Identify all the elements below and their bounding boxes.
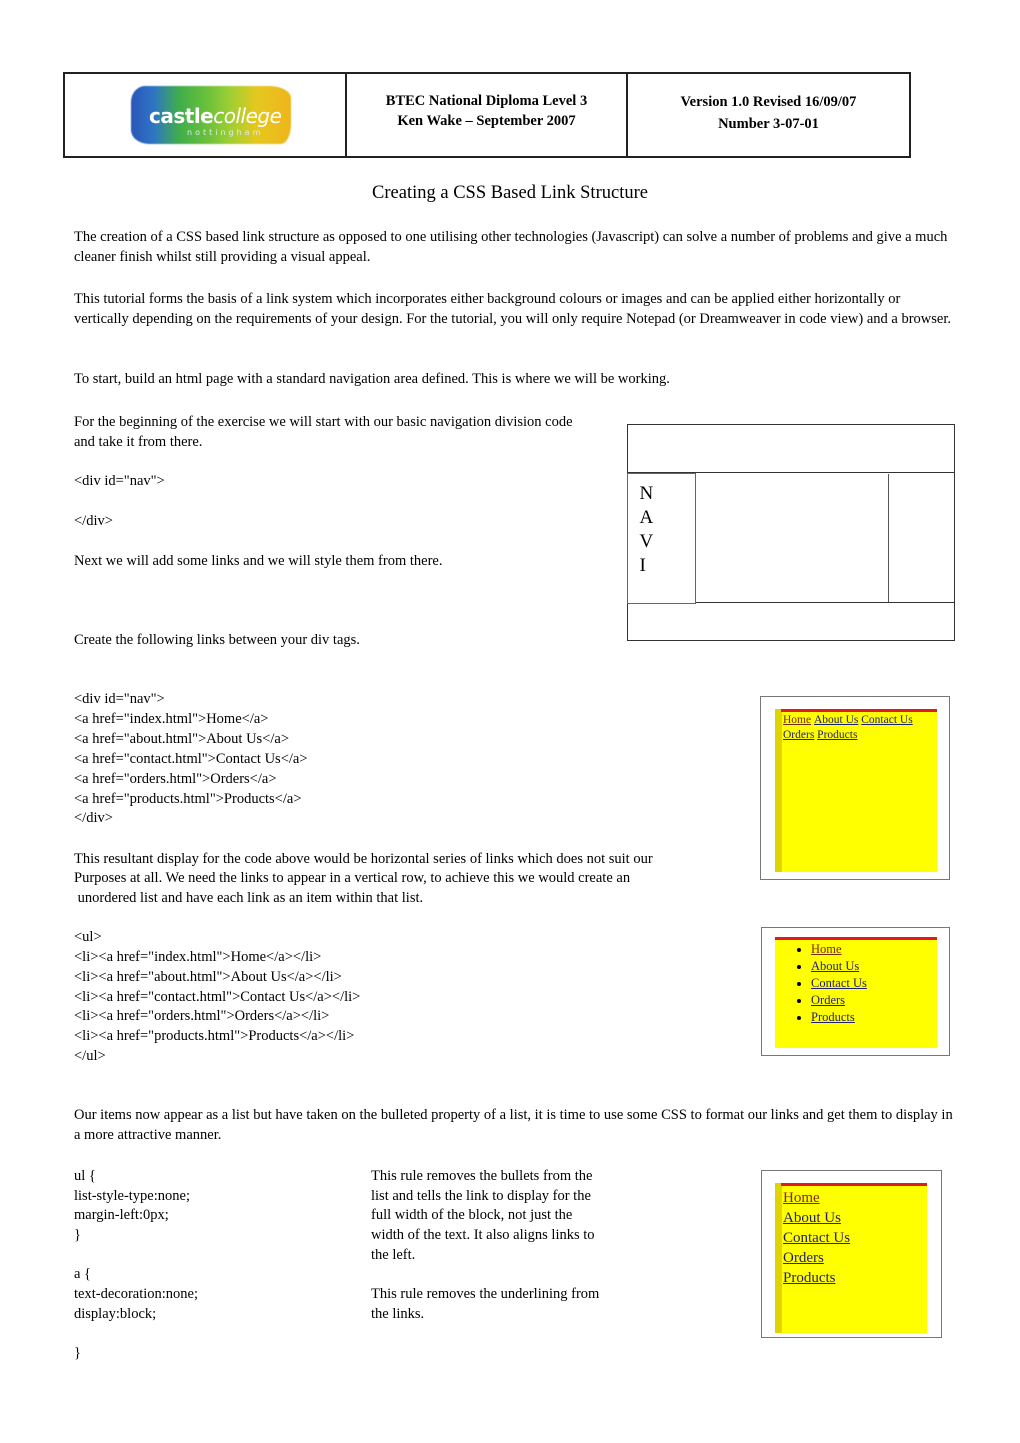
nav-preview-area: Home About Us Contact Us Orders Products <box>775 937 937 1048</box>
code-line: <li><a href="orders.html">Orders</a></li… <box>74 1008 330 1024</box>
bulleted-list-screenshot: Home About Us Contact Us Orders Products <box>761 927 950 1056</box>
code-line: <ul> <box>74 929 102 945</box>
preview-link-orders[interactable]: Orders <box>811 993 845 1007</box>
list-item: Contact Us <box>811 975 867 992</box>
preview-link-contact[interactable]: Contact Us <box>811 976 867 990</box>
header-version-cell: Version 1.0 Revised 16/09/07 Number 3-07… <box>628 74 909 156</box>
horizontal-para-line: Purposes at all. We need the links to ap… <box>74 870 631 886</box>
preview-link-home[interactable]: Home <box>783 1190 820 1206</box>
next-step-text: Next we will add some links and we will … <box>74 553 443 569</box>
code-div-open: <div id="nav"> <box>74 473 165 489</box>
nav-letter: A <box>639 507 654 528</box>
nav-preview-area: Home About Us Contact Us Orders Products <box>775 1183 927 1333</box>
code-line: <a href="products.html">Products</a> <box>74 791 302 807</box>
author-date: Ken Wake – September 2007 <box>397 113 576 129</box>
css-code-line: ul { <box>74 1168 96 1184</box>
diagram-content-area <box>695 474 889 602</box>
code-line: </ul> <box>74 1048 106 1064</box>
logo-brand-bold: castle <box>149 104 214 128</box>
logo-brand-italic: college <box>213 104 282 128</box>
css-code-line: a { <box>74 1266 92 1282</box>
code-div-close: </div> <box>74 513 113 529</box>
css-code-line: list-style-type:none; <box>74 1188 190 1204</box>
nav-letter: N <box>639 483 654 504</box>
list-item: Products <box>811 1009 867 1026</box>
horizontal-links-screenshot: Home About Us Contact Us Orders Products <box>760 696 950 880</box>
preview-link-products[interactable]: Products <box>783 1270 836 1286</box>
logo-subtitle: nottingham <box>187 128 264 137</box>
list-item: Orders <box>811 992 867 1009</box>
code-line: <a href="contact.html">Contact Us</a> <box>74 751 308 767</box>
preview-link-about[interactable]: About Us <box>811 959 859 973</box>
version-text: Version 1.0 Revised 16/09/07 <box>680 94 857 110</box>
vertical-links-screenshot: Home About Us Contact Us Orders Products <box>761 1170 942 1338</box>
castle-college-logo: castlecollege nottingham <box>127 80 293 150</box>
intro-paragraph-3: To start, build an html page with a stan… <box>74 371 670 387</box>
ul-rule-note: This rule removes the bullets from the <box>371 1168 593 1184</box>
preview-link-about[interactable]: About Us <box>814 714 858 726</box>
nav-letter: I <box>639 555 646 576</box>
code-line: <li><a href="products.html">Products</a>… <box>74 1028 355 1044</box>
preview-link-home[interactable]: Home <box>811 942 842 956</box>
header-logo-cell: castlecollege nottingham <box>65 74 347 156</box>
preview-link-orders[interactable]: Orders <box>783 729 814 741</box>
ul-rule-note: list and tells the link to display for t… <box>371 1188 591 1204</box>
diagram-nav-column: N A V I <box>626 473 696 604</box>
css-code-line: margin-left:0px; <box>74 1207 169 1223</box>
css-code-line: } <box>74 1227 81 1243</box>
horizontal-para-line: This resultant display for the code abov… <box>74 851 653 867</box>
intro-paragraph-2: This tutorial forms the basis of a link … <box>74 291 951 327</box>
css-code-line: display:block; <box>74 1306 157 1322</box>
preview-link-contact[interactable]: Contact Us <box>861 714 912 726</box>
page-title: Creating a CSS Based Link Structure <box>372 183 648 203</box>
document-number: Number 3-07-01 <box>718 116 819 132</box>
a-rule-note: the links. <box>371 1306 425 1322</box>
preview-link-about[interactable]: About Us <box>783 1210 841 1226</box>
nav-letter: V <box>639 531 654 552</box>
code-line: <a href="orders.html">Orders</a> <box>74 771 277 787</box>
preview-link-products[interactable]: Products <box>811 1010 855 1024</box>
preview-link-products[interactable]: Products <box>817 729 857 741</box>
code-line: </div> <box>74 810 113 826</box>
preview-link-contact[interactable]: Contact Us <box>783 1230 850 1246</box>
document-header-table: castlecollege nottingham BTEC National D… <box>63 72 911 158</box>
header-course-cell: BTEC National Diploma Level 3 Ken Wake –… <box>347 74 628 156</box>
a-rule-note: This rule removes the underlining from <box>371 1286 600 1302</box>
code-line: <a href="index.html">Home</a> <box>74 711 269 727</box>
course-title: BTEC National Diploma Level 3 <box>385 93 588 109</box>
preview-link-home[interactable]: Home <box>783 714 811 726</box>
css-code-line: text-decoration:none; <box>74 1286 199 1302</box>
horizontal-para-line: unordered list and have each link as an … <box>74 890 424 906</box>
css-intro-paragraph: Our items now appear as a list but have … <box>74 1107 953 1143</box>
list-item: About Us <box>811 958 867 975</box>
ul-rule-note: width of the text. It also aligns links … <box>371 1227 595 1243</box>
list-item: Home <box>811 941 867 958</box>
code-line: <li><a href="index.html">Home</a></li> <box>74 949 322 965</box>
layout-diagram: N A V I <box>626 424 955 641</box>
code-line: <li><a href="about.html">About Us</a></l… <box>74 969 342 985</box>
ul-rule-note: full width of the block, not just the <box>371 1207 573 1223</box>
preview-bullet-list: Home About Us Contact Us Orders Products <box>775 941 867 1026</box>
css-code-line: } <box>74 1345 81 1361</box>
section1-paragraph: For the beginning of the exercise we wil… <box>74 414 573 450</box>
code-line: <div id="nav"> <box>74 691 165 707</box>
intro-paragraph-1: The creation of a CSS based link structu… <box>74 229 948 265</box>
ul-rule-note: the left. <box>371 1247 416 1263</box>
create-links-text: Create the following links between your … <box>74 632 360 648</box>
preview-link-orders[interactable]: Orders <box>783 1250 824 1266</box>
code-line: <li><a href="contact.html">Contact Us</a… <box>74 989 361 1005</box>
nav-preview-area: Home About Us Contact Us Orders Products <box>775 709 937 872</box>
code-line: <a href="about.html">About Us</a> <box>74 731 290 747</box>
